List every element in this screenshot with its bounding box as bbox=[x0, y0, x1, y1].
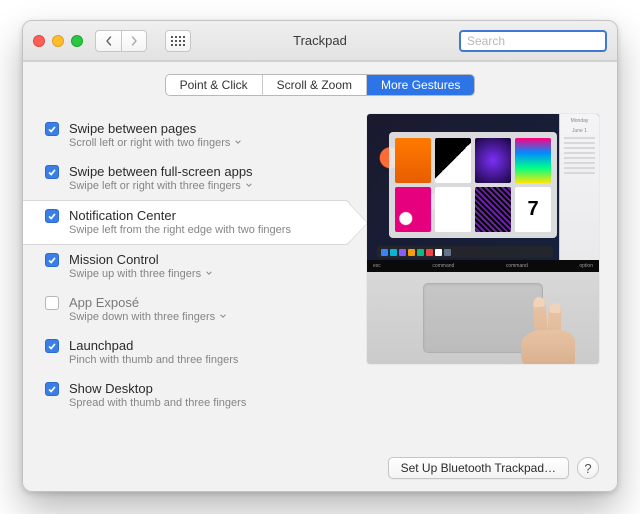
chevron-down-icon bbox=[245, 180, 253, 192]
checkbox-show-desktop[interactable] bbox=[45, 382, 59, 396]
option-subtitle: Pinch with thumb and three fingers bbox=[69, 354, 238, 366]
preview-trackpad-area bbox=[367, 272, 599, 364]
option-title: Launchpad bbox=[69, 338, 238, 353]
search-input[interactable] bbox=[467, 34, 618, 48]
option-subtitle[interactable]: Swipe up with three fingers bbox=[69, 268, 213, 280]
tab-point-click[interactable]: Point & Click bbox=[166, 75, 263, 95]
nav-buttons bbox=[95, 30, 147, 52]
preview-dock bbox=[377, 246, 553, 258]
minimize-button[interactable] bbox=[52, 35, 64, 47]
checkbox-swipe-apps[interactable] bbox=[45, 165, 59, 179]
setup-bluetooth-trackpad-button[interactable]: Set Up Bluetooth Trackpad… bbox=[388, 457, 569, 479]
checkbox-app-expose[interactable] bbox=[45, 296, 59, 310]
tab-more-gestures[interactable]: More Gestures bbox=[367, 75, 474, 95]
option-show-desktop[interactable]: Show Desktop Spread with thumb and three… bbox=[41, 374, 351, 417]
option-title: App Exposé bbox=[69, 295, 227, 310]
trackpad-preferences-window: Trackpad Point & Click Scroll & Zoom Mor… bbox=[22, 20, 618, 492]
hand-icon bbox=[511, 298, 575, 364]
option-subtitle[interactable]: Swipe left or right with three fingers bbox=[69, 180, 253, 192]
main-panel: Point & Click Scroll & Zoom More Gesture… bbox=[23, 61, 617, 491]
option-title: Swipe between pages bbox=[69, 121, 242, 136]
close-button[interactable] bbox=[33, 35, 45, 47]
search-field[interactable] bbox=[459, 30, 607, 52]
tab-bar: Point & Click Scroll & Zoom More Gesture… bbox=[23, 74, 617, 96]
option-title: Notification Center bbox=[69, 208, 291, 223]
checkbox-swipe-pages[interactable] bbox=[45, 122, 59, 136]
option-launchpad[interactable]: Launchpad Pinch with thumb and three fin… bbox=[41, 331, 351, 374]
option-subtitle[interactable]: Swipe down with three fingers bbox=[69, 311, 227, 323]
titlebar: Trackpad bbox=[23, 21, 617, 61]
option-subtitle: Swipe left from the right edge with two … bbox=[69, 224, 291, 236]
desktop-thumbnails bbox=[389, 132, 557, 238]
preview-touchbar: esc command command option bbox=[367, 260, 599, 272]
option-notification-center[interactable]: Notification Center Swipe left from the … bbox=[23, 200, 351, 245]
option-swipe-fullscreen-apps[interactable]: Swipe between full-screen apps Swipe lef… bbox=[41, 157, 351, 200]
gesture-options-list: Swipe between pages Scroll left or right… bbox=[41, 114, 351, 447]
tab-scroll-zoom[interactable]: Scroll & Zoom bbox=[263, 75, 367, 95]
window-controls bbox=[33, 35, 83, 47]
help-button[interactable]: ? bbox=[577, 457, 599, 479]
footer: Set Up Bluetooth Trackpad… ? bbox=[23, 447, 617, 491]
checkbox-mission-control[interactable] bbox=[45, 253, 59, 267]
checkbox-launchpad[interactable] bbox=[45, 339, 59, 353]
option-subtitle: Spread with thumb and three fingers bbox=[69, 397, 246, 409]
chevron-down-icon bbox=[234, 137, 242, 149]
option-title: Show Desktop bbox=[69, 381, 246, 396]
notification-center-panel: Monday June 1 bbox=[559, 114, 599, 260]
chevron-down-icon bbox=[205, 268, 213, 280]
option-subtitle[interactable]: Scroll left or right with two fingers bbox=[69, 137, 242, 149]
checkbox-notification-center[interactable] bbox=[45, 209, 59, 223]
gesture-preview: Monday June 1 esc command command option bbox=[367, 114, 599, 364]
forward-button[interactable] bbox=[121, 30, 147, 52]
option-app-expose[interactable]: App Exposé Swipe down with three fingers bbox=[41, 288, 351, 331]
option-title: Mission Control bbox=[69, 252, 213, 267]
zoom-button[interactable] bbox=[71, 35, 83, 47]
option-title: Swipe between full-screen apps bbox=[69, 164, 253, 179]
chevron-down-icon bbox=[219, 311, 227, 323]
option-mission-control[interactable]: Mission Control Swipe up with three fing… bbox=[41, 245, 351, 288]
preview-screen: Monday June 1 bbox=[367, 114, 599, 260]
grid-icon bbox=[171, 36, 185, 46]
option-swipe-between-pages[interactable]: Swipe between pages Scroll left or right… bbox=[41, 114, 351, 157]
back-button[interactable] bbox=[95, 30, 121, 52]
show-all-button[interactable] bbox=[165, 30, 191, 52]
